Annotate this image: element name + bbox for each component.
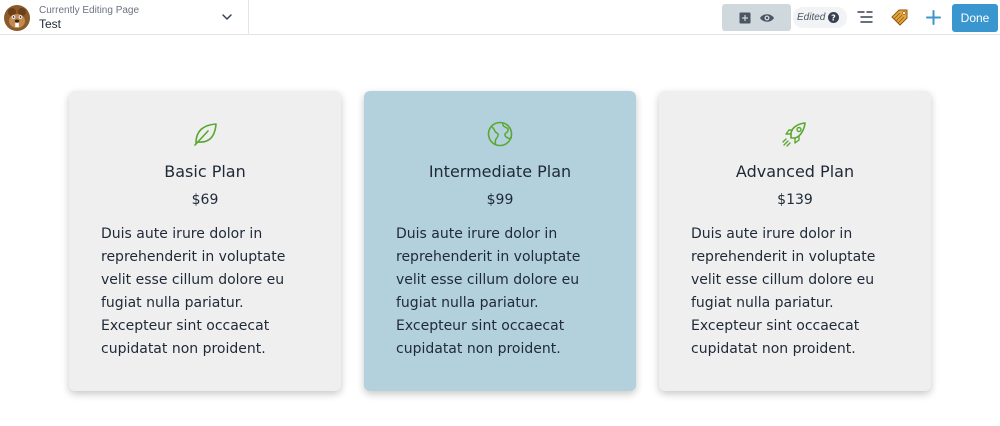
layout-grid-icon xyxy=(739,12,751,24)
builder-toolbar: Currently Editing Page Test Edited ? Don… xyxy=(0,0,1000,35)
plan-description: Duis aute irure dolor in reprehenderit i… xyxy=(396,226,581,357)
page-switcher[interactable]: Currently Editing Page Test xyxy=(0,0,249,35)
pricing-card-advanced: Advanced Plan $139 Duis aute irure dolor… xyxy=(659,91,931,391)
leaf-icon xyxy=(194,123,217,146)
svg-text:?: ? xyxy=(832,13,837,22)
plan-price: $99 xyxy=(486,192,514,208)
outline-list-icon[interactable] xyxy=(857,10,873,24)
edited-status-text: Edited xyxy=(797,12,826,23)
edited-status-badge[interactable]: Edited ? xyxy=(793,7,848,28)
globe-icon xyxy=(487,121,513,147)
plan-name: Intermediate Plan xyxy=(428,162,572,181)
plan-price: $69 xyxy=(191,192,219,208)
pricing-card-basic: Basic Plan $69 Duis aute irure dolor in … xyxy=(69,91,341,391)
plan-name: Advanced Plan xyxy=(735,162,855,181)
eye-icon xyxy=(760,14,774,22)
saved-modules-tag-icon[interactable] xyxy=(890,8,909,27)
plan-name: Basic Plan xyxy=(164,162,246,181)
page-switcher-caption: Currently Editing Page xyxy=(39,5,140,16)
plan-price: $139 xyxy=(777,192,813,208)
page-switcher-title: Test xyxy=(39,17,62,31)
chevron-down-icon xyxy=(222,14,232,20)
rocket-icon xyxy=(782,122,806,147)
plan-description: Duis aute irure dolor in reprehenderit i… xyxy=(101,226,286,357)
layout-preview-toggle[interactable] xyxy=(722,4,791,31)
add-content-plus-icon[interactable] xyxy=(926,10,941,25)
done-button[interactable]: Done xyxy=(952,4,998,32)
plan-description: Duis aute irure dolor in reprehenderit i… xyxy=(691,226,876,357)
beaver-logo-icon xyxy=(4,5,30,31)
question-circle-icon: ? xyxy=(828,12,840,23)
pricing-card-intermediate: Intermediate Plan $99 Duis aute irure do… xyxy=(364,91,636,391)
